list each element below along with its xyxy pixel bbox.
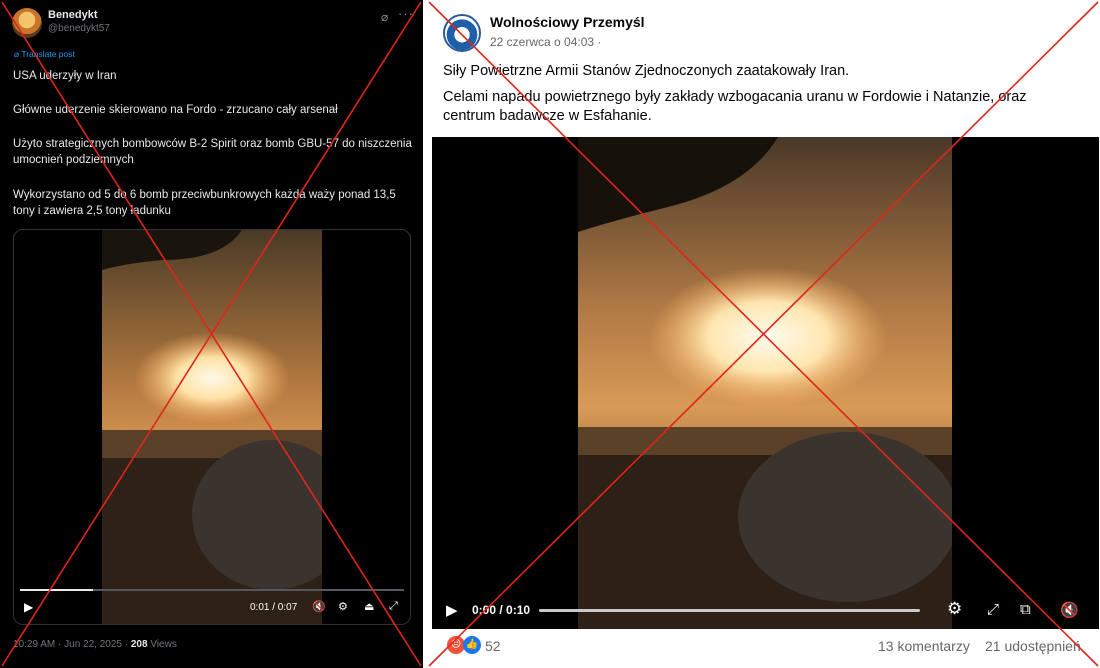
grok-icon[interactable]: ⌀ [381, 10, 388, 24]
fullscreen-icon[interactable]: ⤢ [389, 600, 398, 613]
video-frame [578, 137, 952, 629]
mute-icon[interactable]: 🔇 [1060, 601, 1079, 619]
video-progress[interactable] [20, 589, 404, 591]
pip-icon[interactable]: ⧉ [1020, 601, 1031, 618]
page-name[interactable]: Wolnościowy Przemyśl [490, 14, 645, 30]
views-label: Views [147, 639, 177, 650]
author-handle[interactable]: @benedykt57 [48, 23, 110, 34]
facebook-post: Wolnościowy Przemyśl 22 czerwca o 04:03 … [431, 0, 1100, 668]
settings-icon[interactable]: ⚙ [947, 599, 962, 619]
views-count: 208 [130, 639, 148, 650]
post-footer: ☹ 👍 52 13 komentarzy 21 udostępnień [431, 632, 1100, 662]
post-paragraph-3: Użyto strategicznych bombowców B-2 Spiri… [13, 138, 412, 166]
post-paragraph-1: USA uderzyły w Iran [13, 70, 117, 82]
video-time: 0:00 / 0:10 [472, 603, 531, 617]
comments-link[interactable]: 13 komentarzy [878, 638, 970, 654]
post-line-1: Siły Powietrzne Armii Stanów Zjednoczony… [443, 63, 850, 79]
divider [423, 0, 431, 668]
play-icon[interactable]: ▶ [446, 601, 458, 619]
video-progress[interactable] [539, 609, 920, 612]
avatar[interactable] [12, 8, 42, 38]
video-time: 0:01 / 0:07 [250, 602, 298, 613]
post-line-3: centrum badawcze w Esfahanie. [443, 108, 652, 124]
video-player[interactable]: ▶ 0:00 / 0:10 ⚙ ⤢ ⧉ 🔇 [432, 137, 1099, 629]
video-frame [102, 230, 322, 624]
fullscreen-icon[interactable]: ⤢ [987, 601, 999, 618]
author-name[interactable]: Benedykt [48, 9, 98, 21]
post-timestamp[interactable]: 10:29 AM · Jun 22, 2025 · [13, 639, 131, 650]
reactions-count[interactable]: 52 [485, 638, 501, 654]
settings-icon[interactable]: ⚙ [338, 600, 348, 613]
like-reaction-icon[interactable]: 👍 [463, 636, 481, 654]
exit-icon[interactable]: ⏏ [364, 600, 374, 613]
post-line-2: Celami napadu powietrznego były zakłady … [443, 89, 1027, 105]
post-meta: 10:29 AM · Jun 22, 2025 · 208 Views [13, 639, 177, 650]
video-progress-fill [20, 589, 93, 591]
page-avatar[interactable] [443, 14, 481, 52]
more-icon[interactable]: ··· [398, 6, 414, 21]
translate-link[interactable]: ⌀ Translate post [14, 49, 75, 60]
post-date[interactable]: 22 czerwca o 04:03 · [490, 35, 601, 49]
video-player[interactable]: ▶ 0:01 / 0:07 🔇 ⚙ ⏏ ⤢ [13, 229, 411, 625]
translate-label: Translate post [21, 49, 75, 59]
video-controls: ▶ 0:00 / 0:10 ⚙ ⤢ ⧉ 🔇 [432, 597, 1099, 625]
post-paragraph-2: Główne uderzenie skierowano na Fordo - z… [13, 104, 338, 116]
x-post: Benedykt @benedykt57 ⌀ ··· ⌀ Translate p… [0, 0, 423, 668]
shares-link[interactable]: 21 udostępnień [985, 638, 1081, 654]
mute-icon[interactable]: 🔇 [312, 600, 326, 613]
play-icon[interactable]: ▶ [24, 600, 33, 614]
post-paragraph-4: Wykorzystano od 5 do 6 bomb przeciwbunkr… [13, 189, 396, 217]
